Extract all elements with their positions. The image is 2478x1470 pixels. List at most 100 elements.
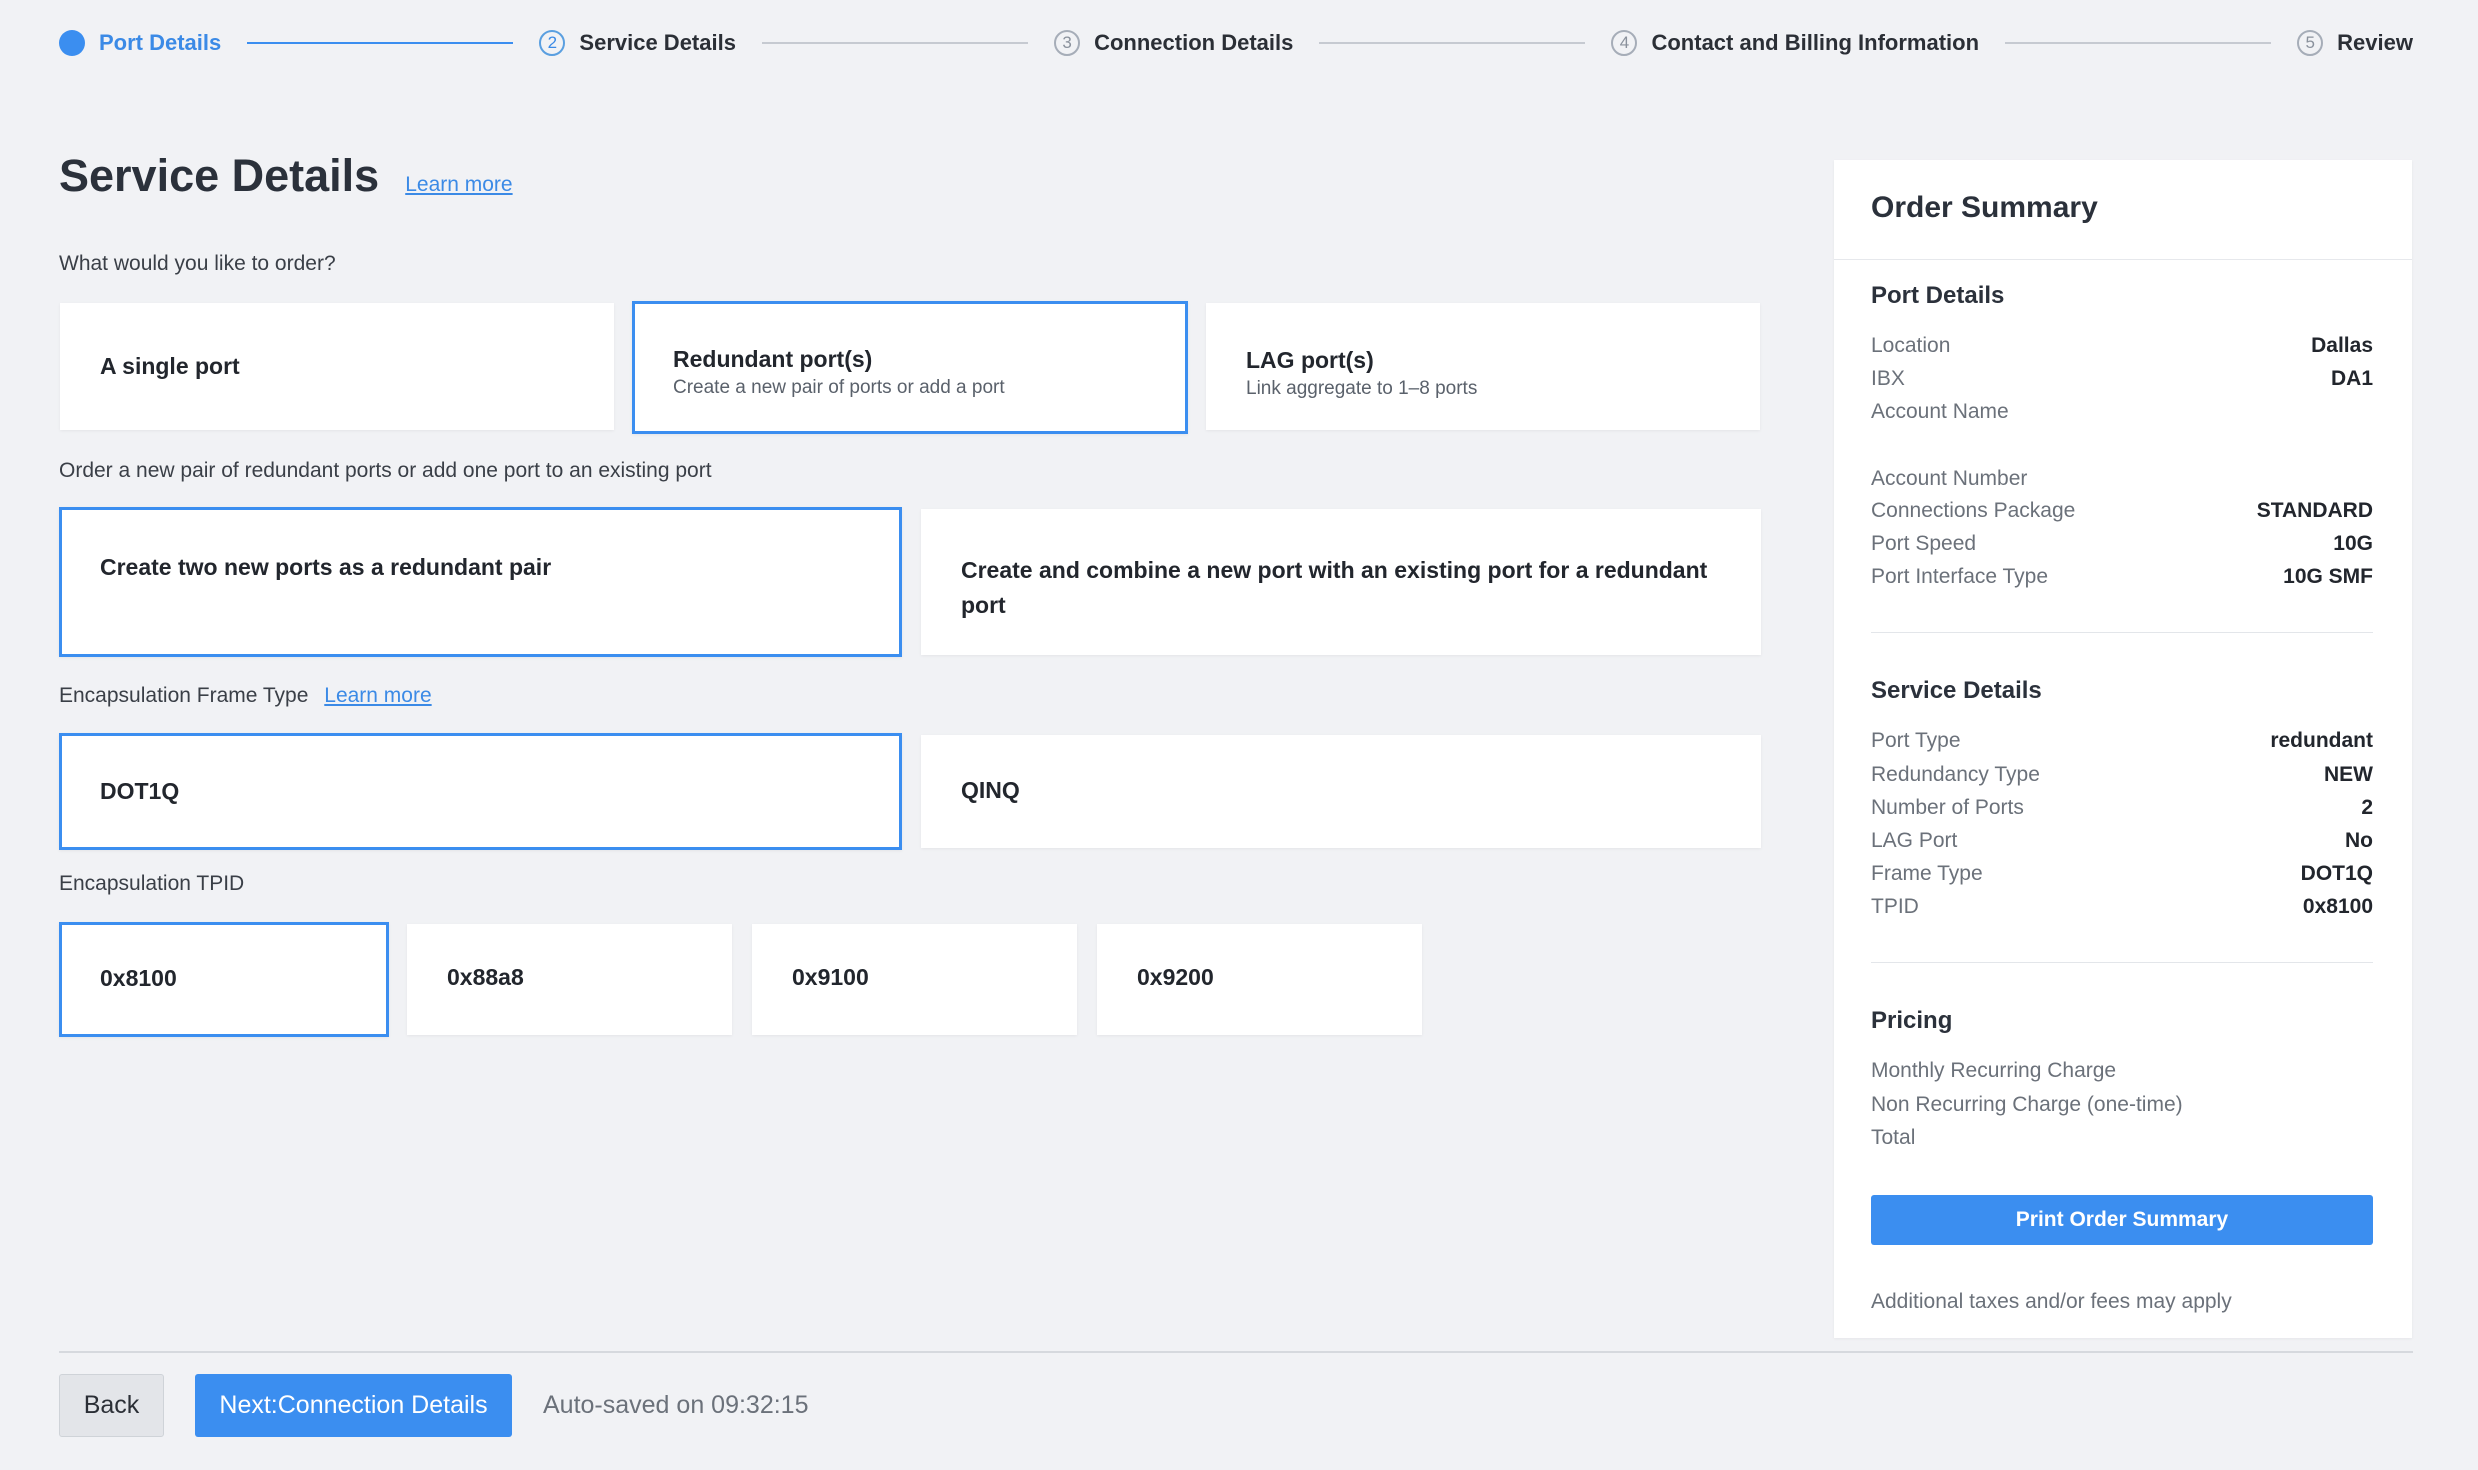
step-connection-details[interactable]: 3 Connection Details (1054, 30, 1293, 56)
autosave-status: Auto-saved on 09:32:15 (543, 1391, 809, 1419)
summary-key: IBX (1871, 367, 1905, 390)
option-title: DOT1Q (100, 778, 180, 804)
step-contact-billing[interactable]: 4 Contact and Billing Information (1611, 30, 1979, 56)
option-tpid-9200[interactable]: 0x9200 (1097, 924, 1422, 1035)
option-single-port[interactable]: A single port (60, 303, 614, 430)
step-label: Connection Details (1094, 30, 1294, 55)
redundant-question-label: Order a new pair of redundant ports or a… (59, 459, 712, 482)
step-number-icon: 4 (1611, 30, 1638, 56)
step-port-details[interactable]: Port Details (59, 30, 221, 56)
step-label: Service Details (579, 30, 736, 55)
summary-row-monthly-charge: Monthly Recurring Charge (1871, 1056, 2373, 1086)
summary-row-location: Location Dallas (1871, 331, 2373, 361)
option-title: 0x9200 (1137, 964, 1214, 990)
summary-section-title: Port Details (1871, 282, 2005, 309)
option-tpid-88a8[interactable]: 0x88a8 (407, 924, 732, 1035)
print-order-summary-button[interactable]: Print Order Summary (1871, 1195, 2373, 1245)
option-title: Create and combine a new port with an ex… (961, 557, 1708, 618)
frame-type-text: Encapsulation Frame Type (59, 684, 309, 707)
summary-key: TPID (1871, 895, 1919, 918)
summary-divider (1871, 962, 2373, 963)
summary-value: STANDARD (2256, 499, 2373, 522)
summary-key: Monthly Recurring Charge (1871, 1059, 2117, 1082)
step-connector (2005, 42, 2272, 44)
progress-stepper: Port Details 2 Service Details 3 Connect… (59, 26, 2413, 60)
step-service-details[interactable]: 2 Service Details (539, 30, 736, 56)
order-question-label: What would you like to order? (59, 252, 336, 275)
summary-key: Frame Type (1871, 862, 1983, 885)
summary-key: Total (1871, 1126, 1916, 1149)
next-connection-details-button[interactable]: Next:Connection Details (195, 1374, 512, 1437)
option-combine-existing-port[interactable]: Create and combine a new port with an ex… (921, 509, 1761, 655)
step-connector (247, 42, 514, 44)
summary-key: Port Interface Type (1871, 565, 2049, 588)
summary-row-ibx: IBX DA1 (1871, 364, 2373, 394)
option-tpid-9100[interactable]: 0x9100 (752, 924, 1077, 1035)
summary-key: Account Number (1871, 467, 2028, 490)
option-title: LAG port(s) (1246, 347, 1374, 373)
option-title: A single port (100, 353, 240, 379)
summary-key: Non Recurring Charge (one-time) (1871, 1093, 2183, 1116)
order-summary-title: Order Summary (1871, 191, 2098, 224)
option-subtitle: Link aggregate to 1–8 ports (1246, 378, 1478, 399)
summary-value: DA1 (2330, 367, 2373, 390)
option-title: Create two new ports as a redundant pair (100, 554, 552, 580)
order-summary-panel: Order Summary Port Details Location Dall… (1834, 160, 2412, 1338)
option-frame-dot1q[interactable]: DOT1Q (59, 733, 902, 850)
summary-key: Connections Package (1871, 499, 2076, 522)
step-label: Port Details (99, 30, 222, 55)
step-connector (1319, 42, 1586, 44)
summary-divider (1871, 632, 2373, 633)
option-title: QINQ (961, 777, 1020, 803)
step-review[interactable]: 5 Review (2297, 30, 2413, 56)
step-label: Review (2337, 30, 2413, 55)
option-lag-ports[interactable]: LAG port(s) Link aggregate to 1–8 ports (1206, 303, 1760, 430)
summary-value: 0x8100 (2302, 895, 2373, 918)
footer-divider (59, 1351, 2413, 1353)
option-title: 0x9100 (792, 964, 869, 990)
summary-row-redundancy-type: Redundancy Type NEW (1871, 760, 2373, 790)
summary-section-title: Pricing (1871, 1007, 1953, 1034)
step-number-icon: 3 (1054, 30, 1081, 56)
option-title: 0x8100 (100, 965, 177, 991)
summary-value: 2 (2361, 796, 2373, 819)
summary-key: Port Speed (1871, 532, 1977, 555)
summary-key: Location (1871, 334, 1951, 357)
page-title: Service Details (59, 150, 380, 201)
summary-row-port-speed: Port Speed 10G (1871, 529, 2373, 559)
summary-row-number-of-ports: Number of Ports 2 (1871, 793, 2373, 823)
step-number-icon: 5 (2297, 30, 2324, 56)
summary-row-non-recurring-charge: Non Recurring Charge (one-time) (1871, 1090, 2373, 1120)
option-two-new-ports[interactable]: Create two new ports as a redundant pair (59, 507, 902, 657)
summary-key: Port Type (1871, 729, 1961, 752)
summary-key: Account Name (1871, 400, 2009, 423)
service-details-form: Service Details Learn more What would yo… (59, 150, 1761, 1037)
step-number-icon: 2 (539, 30, 566, 56)
option-redundant-ports[interactable]: Redundant port(s) Create a new pair of p… (632, 301, 1188, 434)
summary-value: Dallas (2311, 334, 2373, 357)
summary-row-account-name: Account Name (1871, 397, 2373, 427)
tpid-label: Encapsulation TPID (59, 872, 245, 895)
summary-section-title: Service Details (1871, 677, 2042, 704)
option-title: 0x88a8 (447, 964, 524, 990)
back-button[interactable]: Back (59, 1374, 164, 1437)
option-title: Redundant port(s) (673, 346, 873, 372)
summary-value: NEW (2324, 763, 2373, 786)
summary-key: Redundancy Type (1871, 763, 2040, 786)
summary-row-port-type: Port Type redundant (1871, 726, 2373, 756)
summary-value: DOT1Q (2300, 862, 2373, 885)
step-label: Contact and Billing Information (1651, 30, 1980, 55)
learn-more-link[interactable]: Learn more (405, 173, 512, 197)
frame-learn-more-link[interactable]: Learn more (324, 684, 431, 707)
option-tpid-8100[interactable]: 0x8100 (59, 922, 389, 1037)
summary-row-tpid: TPID 0x8100 (1871, 892, 2373, 922)
summary-value: redundant (2270, 729, 2373, 752)
option-frame-qinq[interactable]: QINQ (921, 735, 1761, 848)
summary-row-account-number: Account Number (1871, 464, 2373, 494)
summary-key: Number of Ports (1871, 796, 2024, 819)
title-row: Service Details Learn more (59, 150, 1759, 216)
summary-value: 10G SMF (2283, 565, 2373, 588)
summary-value: No (2345, 829, 2373, 852)
summary-value: 10G (2333, 532, 2373, 555)
summary-row-frame-type: Frame Type DOT1Q (1871, 859, 2373, 889)
